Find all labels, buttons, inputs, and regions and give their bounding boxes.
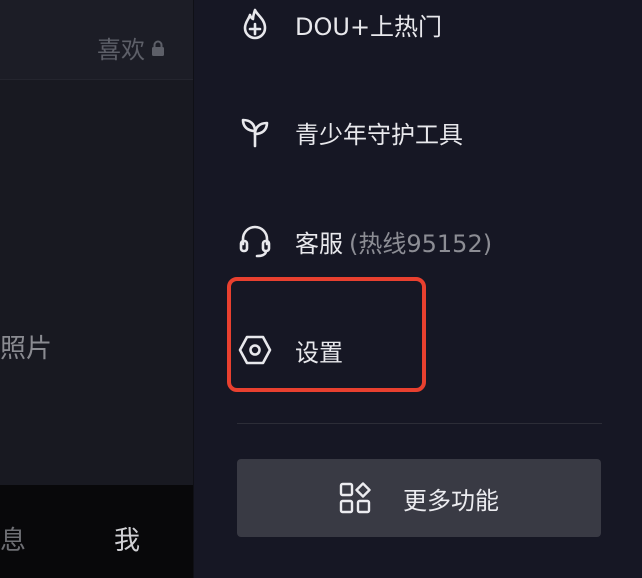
- menu-item-label: DOU+上热门: [295, 12, 443, 41]
- grid-shapes-icon: [339, 482, 371, 514]
- menu-item-dou-plus[interactable]: DOU+上热门: [238, 0, 442, 54]
- more-features-button[interactable]: 更多功能: [237, 459, 601, 537]
- headset-icon: [238, 224, 272, 258]
- likes-tab-label: 喜欢: [97, 36, 145, 64]
- photo-label: 照片: [0, 334, 53, 364]
- background-profile-panel: 喜欢 照片 息 我: [0, 0, 193, 578]
- menu-item-label: 青少年守护工具: [295, 120, 463, 149]
- flame-plus-icon: [238, 7, 272, 41]
- sprout-icon: [238, 115, 272, 149]
- profile-tab-bar: 喜欢: [0, 0, 193, 80]
- side-drawer-menu: DOU+上热门 青少年守护工具 客服 (热线95152) 设置 更多功能: [194, 0, 642, 578]
- menu-item-label: 客服: [295, 229, 343, 258]
- more-features-label: 更多功能: [403, 486, 499, 515]
- menu-item-customer-service[interactable]: 客服 (热线95152): [238, 211, 492, 271]
- menu-item-youth-protection[interactable]: 青少年守护工具: [238, 102, 463, 162]
- settings-highlight-box: [227, 277, 426, 392]
- nav-me[interactable]: 我: [114, 520, 140, 557]
- nav-messages[interactable]: 息: [0, 520, 26, 557]
- likes-tab[interactable]: 喜欢: [97, 30, 165, 65]
- bottom-nav-bar: [0, 485, 193, 578]
- lock-icon: [152, 40, 164, 56]
- hotline-number: (热线95152): [349, 229, 493, 258]
- menu-divider: [237, 423, 602, 424]
